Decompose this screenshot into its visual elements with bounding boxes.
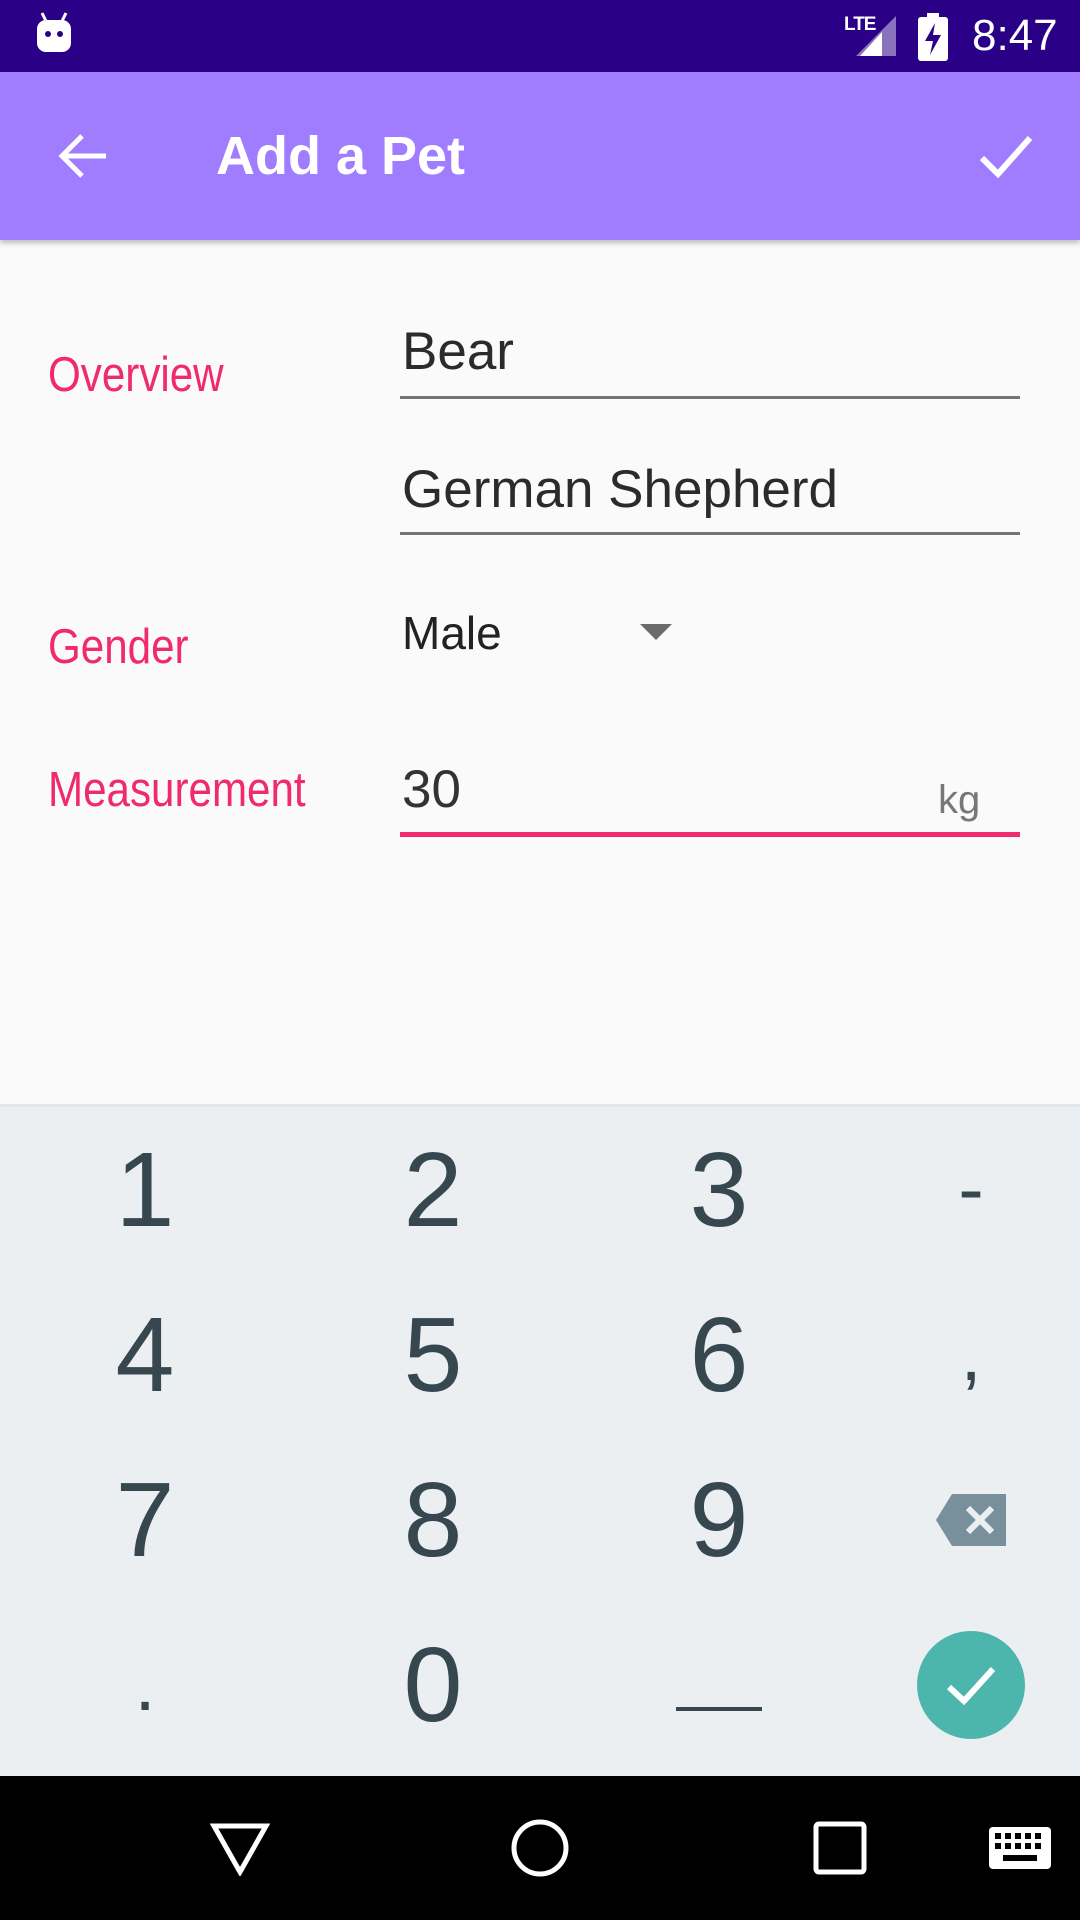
- pet-name-value: Bear: [402, 322, 514, 381]
- overview-label: Overview: [48, 348, 224, 402]
- weight-underline-focused: [400, 832, 1020, 837]
- arrow-back-icon: [58, 134, 106, 178]
- key-dash[interactable]: -: [836, 1107, 1080, 1272]
- key-6[interactable]: 6: [584, 1272, 854, 1437]
- key-dot[interactable]: .: [10, 1602, 280, 1767]
- back-button[interactable]: [40, 112, 128, 200]
- nav-keyboard-button[interactable]: [970, 1798, 1070, 1898]
- key-1[interactable]: 1: [10, 1107, 280, 1272]
- keyboard-icon: [989, 1827, 1051, 1869]
- check-icon: [946, 1666, 996, 1705]
- save-button[interactable]: [962, 112, 1050, 200]
- gender-selected-value: Male: [402, 607, 502, 659]
- weight-value: 30: [402, 760, 461, 819]
- check-icon: [979, 136, 1033, 179]
- numeric-keyboard: 1 2 3 - 4 5 6 , 7 8 9 . 0: [0, 1104, 1080, 1779]
- enter-button[interactable]: [917, 1630, 1025, 1739]
- breed-value: German Shepherd: [402, 460, 839, 519]
- key-3[interactable]: 3: [584, 1107, 854, 1272]
- gender-label: Gender: [48, 620, 189, 674]
- recents-square-icon: [813, 1821, 867, 1875]
- key-7[interactable]: 7: [10, 1437, 280, 1602]
- dropdown-arrow-icon: [640, 624, 672, 640]
- home-circle-icon: [511, 1819, 569, 1877]
- pet-name-underline: [400, 396, 1020, 399]
- breed-field[interactable]: German Shepherd: [400, 455, 1020, 535]
- clock: 8:47: [972, 11, 1058, 60]
- battery-charging-icon: [918, 13, 948, 61]
- key-4[interactable]: 4: [10, 1272, 280, 1437]
- back-triangle-icon: [210, 1823, 270, 1876]
- key-enter[interactable]: [836, 1602, 1080, 1767]
- key-8[interactable]: 8: [298, 1437, 568, 1602]
- key-2[interactable]: 2: [298, 1107, 568, 1272]
- key-9[interactable]: 9: [584, 1437, 854, 1602]
- key-5[interactable]: 5: [298, 1272, 568, 1437]
- measurement-label: Measurement: [48, 763, 306, 817]
- weight-unit-label: kg: [938, 778, 981, 822]
- status-bar: LTE 8:47: [0, 0, 1080, 72]
- breed-underline: [400, 532, 1020, 535]
- notification-bot-icon: [37, 12, 71, 52]
- nav-recents-button[interactable]: [790, 1798, 890, 1898]
- key-backspace[interactable]: [836, 1437, 1080, 1602]
- page-title: Add a Pet: [216, 126, 466, 186]
- signal-icon: [856, 16, 896, 56]
- backspace-icon: [936, 1493, 1006, 1546]
- key-space[interactable]: [584, 1602, 854, 1767]
- gender-dropdown[interactable]: Male: [400, 600, 700, 670]
- navigation-bar: [0, 1776, 1080, 1920]
- pet-name-field[interactable]: Bear: [400, 320, 1020, 400]
- nav-home-button[interactable]: [490, 1798, 590, 1898]
- key-comma[interactable]: ,: [836, 1272, 1080, 1437]
- weight-field[interactable]: 30 kg: [400, 755, 1020, 840]
- app-bar: Add a Pet: [0, 72, 1080, 240]
- space-icon: [676, 1706, 762, 1711]
- key-0[interactable]: 0: [298, 1602, 568, 1767]
- nav-back-button[interactable]: [190, 1798, 290, 1898]
